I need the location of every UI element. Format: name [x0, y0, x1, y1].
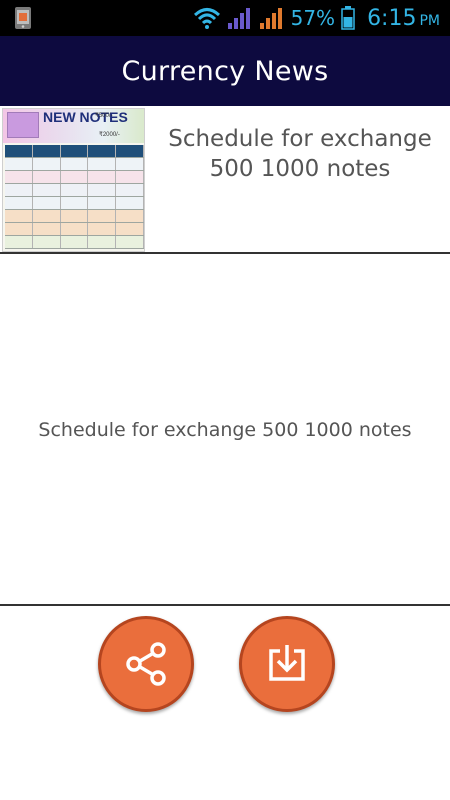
- thumbnail-table-row: [5, 210, 144, 223]
- share-icon: [126, 642, 166, 686]
- phone-manager-icon: [15, 7, 31, 29]
- thumbnail-denomination-2: ₹2000/-: [99, 132, 120, 138]
- battery-icon: [341, 6, 355, 30]
- thumbnail-banner: NEW NOTES ₹500/- ₹2000/-: [3, 109, 144, 143]
- share-button[interactable]: [98, 616, 194, 712]
- battery-percent: 57%: [290, 6, 336, 30]
- note-picture-icon: [7, 112, 39, 138]
- list-item[interactable]: NEW NOTES ₹500/- ₹2000/- Schedule for ex…: [0, 106, 450, 254]
- thumbnail-table-row: [5, 145, 144, 158]
- thumbnail-table-row: [5, 184, 144, 197]
- thumbnail-table: [5, 145, 144, 249]
- thumbnail-table-row: [5, 171, 144, 184]
- thumbnail-table-row: [5, 158, 144, 171]
- page-title: Currency News: [121, 55, 329, 87]
- thumbnail-table-row: [5, 197, 144, 210]
- thumbnail-table-row: [5, 236, 144, 249]
- news-item-title: Schedule for exchange 500 1000 notes: [168, 126, 432, 182]
- news-thumbnail: NEW NOTES ₹500/- ₹2000/-: [2, 108, 145, 252]
- thumbnail-table-row: [5, 223, 144, 236]
- signal-icon: [227, 8, 250, 29]
- thumbnail-headline: NEW NOTES: [43, 109, 128, 125]
- clock: 6:15 PM: [367, 5, 440, 31]
- download-button[interactable]: [239, 616, 335, 712]
- signal-icon: [259, 8, 282, 29]
- app-bar: Currency News: [0, 36, 450, 106]
- thumbnail-denomination-1: ₹500/-: [95, 113, 113, 119]
- status-bar: 57% 6:15 PM: [0, 0, 450, 36]
- wifi-icon: [193, 8, 220, 29]
- news-detail: Schedule for exchange 500 1000 notes: [0, 256, 450, 606]
- news-detail-text: Schedule for exchange 500 1000 notes: [38, 419, 412, 441]
- download-icon: [269, 645, 305, 681]
